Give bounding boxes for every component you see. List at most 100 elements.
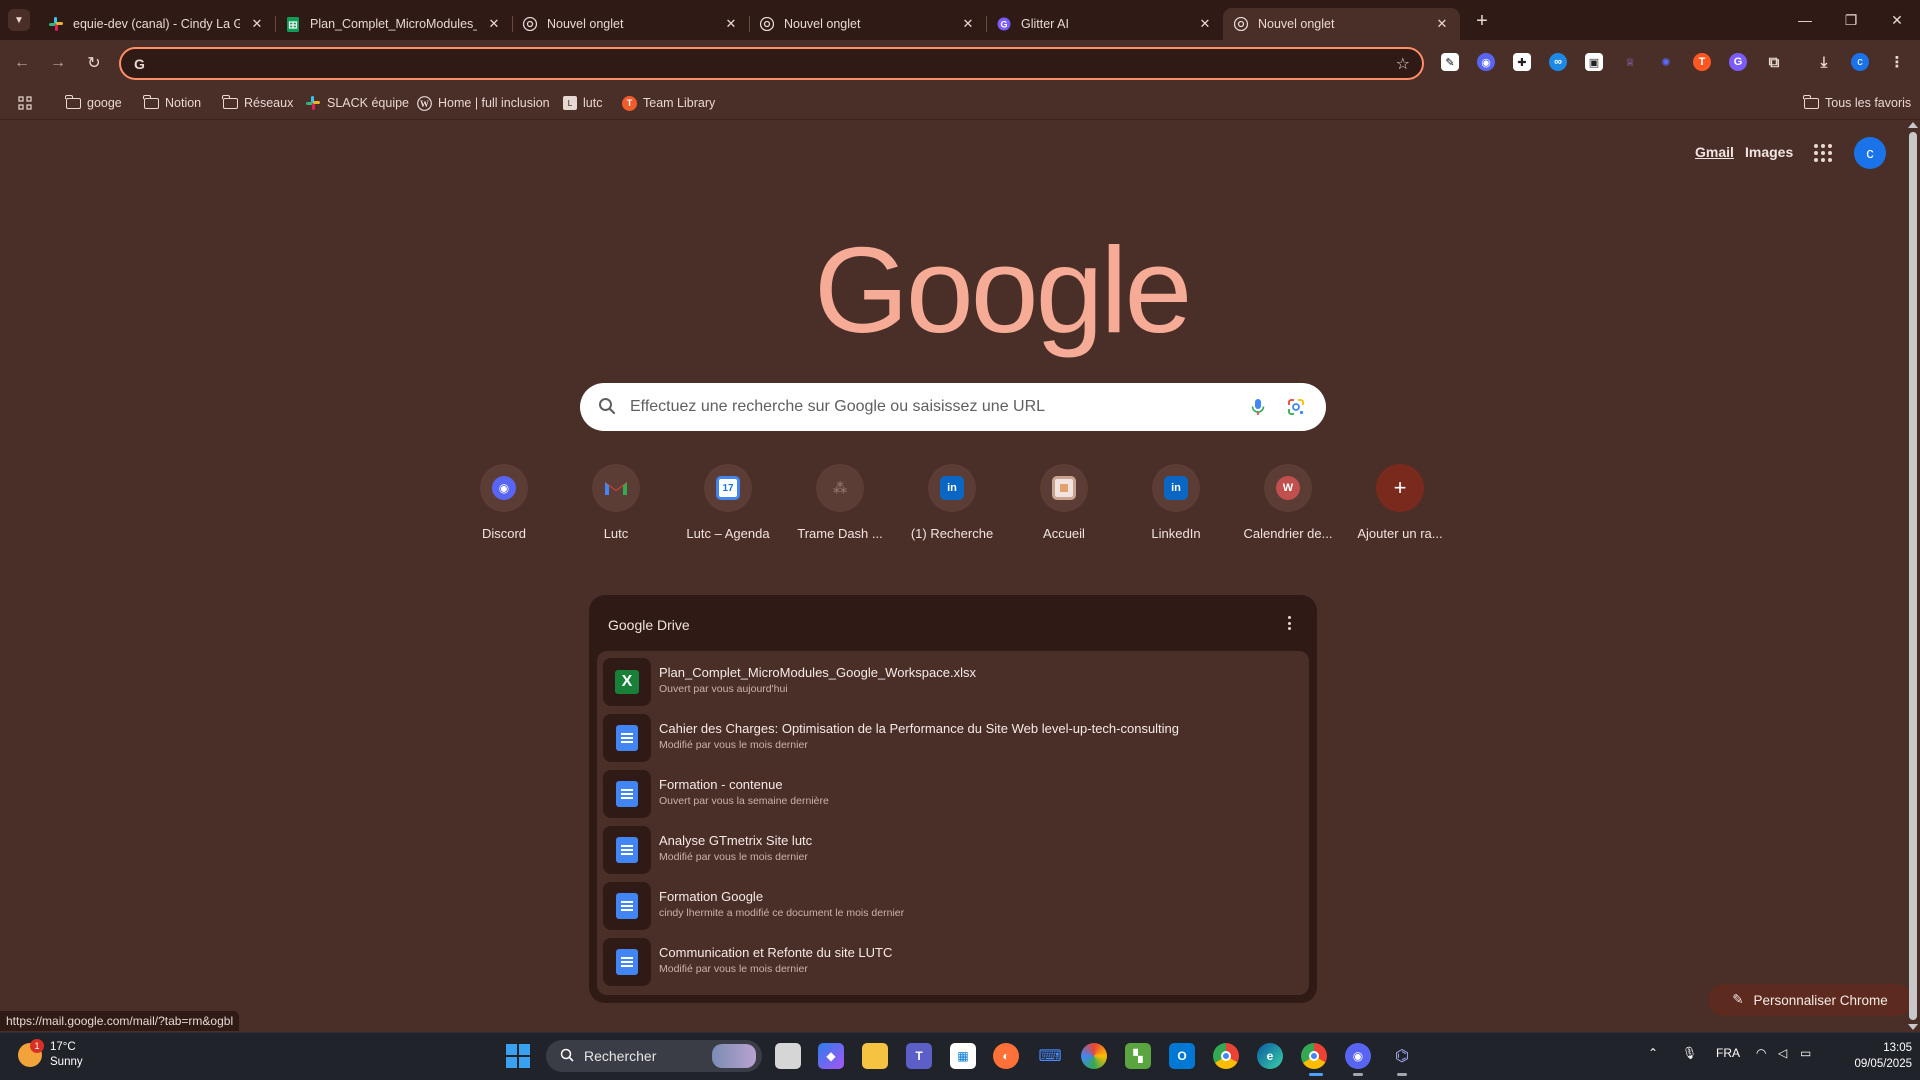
- drive-file-item[interactable]: Formation Google cindy lhermite a modifi…: [597, 877, 1309, 933]
- tab-new-active[interactable]: Nouvel onglet ✕: [1223, 8, 1460, 40]
- close-icon[interactable]: ✕: [960, 16, 976, 32]
- account-avatar[interactable]: c: [1854, 137, 1886, 169]
- menu-icon[interactable]: ⋮: [1888, 53, 1906, 71]
- gmail-link[interactable]: Gmail: [1695, 144, 1734, 160]
- close-icon[interactable]: ✕: [723, 16, 739, 32]
- drive-file-item[interactable]: Formation - contenue Ouvert par vous la …: [597, 765, 1309, 821]
- shortcut-discord[interactable]: ◉ Discord: [448, 464, 560, 556]
- bookmark-lutc[interactable]: L lutc: [563, 92, 602, 114]
- battery-icon[interactable]: ▭: [1800, 1046, 1811, 1060]
- images-link[interactable]: Images: [1745, 144, 1793, 160]
- language-indicator[interactable]: FRA: [1716, 1046, 1740, 1060]
- google-lens-icon[interactable]: [1286, 397, 1306, 417]
- file-explorer-icon[interactable]: [862, 1043, 888, 1069]
- chrome-icon[interactable]: [1213, 1043, 1239, 1069]
- more-vert-icon[interactable]: [1287, 613, 1291, 633]
- page-scrollbar[interactable]: [1906, 120, 1920, 1032]
- shortcut-recherche[interactable]: in (1) Recherche: [896, 464, 1008, 556]
- task-view-icon[interactable]: [775, 1043, 801, 1069]
- customize-chrome-button[interactable]: ✎ Personnaliser Chrome: [1708, 984, 1912, 1016]
- keyboard-icon[interactable]: ⌨: [1037, 1043, 1063, 1069]
- shortcut-label: Discord: [481, 526, 527, 541]
- drive-file-item[interactable]: Analyse GTmetrix Site lutc Modifié par v…: [597, 821, 1309, 877]
- drive-file-item[interactable]: Communication et Refonte du site LUTC Mo…: [597, 933, 1309, 989]
- bookmark-googe[interactable]: googe: [65, 92, 122, 114]
- extension-puzzle-icon[interactable]: ✚: [1513, 53, 1531, 71]
- all-bookmarks-button[interactable]: Tous les favoris: [1803, 92, 1911, 114]
- tab-search-button[interactable]: ▼: [8, 9, 30, 31]
- copilot-icon[interactable]: ◆: [818, 1043, 844, 1069]
- omnibox[interactable]: G ☆: [119, 47, 1424, 80]
- extension-glitter-icon[interactable]: G: [1729, 53, 1747, 71]
- extensions-icon[interactable]: ⧉: [1765, 53, 1783, 71]
- tab-new-2[interactable]: Nouvel onglet ✕: [749, 8, 986, 40]
- scrollbar-thumb[interactable]: [1909, 132, 1917, 1020]
- chevron-up-icon[interactable]: ⌃: [1648, 1046, 1658, 1060]
- back-button[interactable]: ←: [11, 52, 33, 74]
- discord-icon[interactable]: ◉: [1345, 1043, 1371, 1069]
- tab-sheets[interactable]: Plan_Complet_MicroModules_G ✕: [275, 8, 512, 40]
- extension-gear-icon[interactable]: ✺: [1657, 53, 1675, 71]
- window-close-button[interactable]: ✕: [1874, 0, 1920, 40]
- tab-glitter[interactable]: G Glitter AI ✕: [986, 8, 1223, 40]
- extension-pen-icon[interactable]: ✎: [1441, 53, 1459, 71]
- minecraft-icon[interactable]: ▚: [1125, 1043, 1151, 1069]
- volume-icon[interactable]: ◁: [1778, 1046, 1787, 1060]
- tab-new-1[interactable]: Nouvel onglet ✕: [512, 8, 749, 40]
- reload-button[interactable]: ↻: [83, 52, 105, 74]
- extension-discord-icon[interactable]: ◉: [1477, 53, 1495, 71]
- bookmark-full-inclusion[interactable]: W Home | full inclusion: [416, 92, 550, 114]
- store-icon[interactable]: ▦: [950, 1043, 976, 1069]
- star-icon[interactable]: ☆: [1396, 54, 1410, 74]
- drive-file-item[interactable]: Cahier des Charges: Optimisation de la P…: [597, 709, 1309, 765]
- shortcut-calendrier[interactable]: W Calendrier de...: [1232, 464, 1344, 556]
- minimize-button[interactable]: —: [1782, 0, 1828, 40]
- google-apps-icon[interactable]: [1812, 142, 1834, 164]
- shortcut-linkedin[interactable]: in LinkedIn: [1120, 464, 1232, 556]
- ntp-search-box[interactable]: [580, 383, 1326, 431]
- close-icon[interactable]: ✕: [1434, 16, 1450, 32]
- microphone-icon[interactable]: [1248, 397, 1268, 417]
- profile-avatar[interactable]: c: [1851, 53, 1869, 71]
- shortcut-lutc-agenda[interactable]: 17 Lutc – Agenda: [672, 464, 784, 556]
- shortcut-add[interactable]: + Ajouter un ra...: [1344, 464, 1456, 556]
- close-icon[interactable]: ✕: [486, 16, 502, 32]
- scroll-up-icon[interactable]: [1908, 122, 1918, 128]
- drive-file-item[interactable]: X Plan_Complet_MicroModules_Google_Works…: [597, 653, 1309, 709]
- bookmark-notion[interactable]: Notion: [143, 92, 201, 114]
- download-icon[interactable]: ⤓: [1815, 53, 1833, 71]
- shortcut-accueil[interactable]: Accueil: [1008, 464, 1120, 556]
- firefox-icon[interactable]: ◐: [993, 1043, 1019, 1069]
- screenshot-tool-icon[interactable]: ⌬: [1389, 1043, 1415, 1069]
- extension-crown-icon[interactable]: ♕: [1621, 53, 1639, 71]
- tab-slack[interactable]: equie-dev (canal) - Cindy La Ge ✕: [38, 8, 275, 40]
- forward-button[interactable]: →: [47, 52, 69, 74]
- microphone-icon[interactable]: 🎙: [1682, 1046, 1697, 1060]
- windows-start-icon[interactable]: [506, 1044, 530, 1068]
- system-clock[interactable]: 13:05 09/05/2025: [1838, 1040, 1912, 1072]
- apps-bookmark[interactable]: [17, 92, 33, 114]
- scroll-down-icon[interactable]: [1908, 1024, 1918, 1030]
- chrome-profile-icon[interactable]: [1301, 1043, 1327, 1069]
- taskbar-search[interactable]: Rechercher: [546, 1040, 762, 1072]
- extension-orange-icon[interactable]: T: [1693, 53, 1711, 71]
- weather-widget[interactable]: 1 17°C Sunny: [18, 1039, 83, 1070]
- new-tab-button[interactable]: +: [1470, 9, 1494, 33]
- bookmark-team-library[interactable]: T Team Library: [622, 92, 715, 114]
- outlook-icon[interactable]: O: [1169, 1043, 1195, 1069]
- restore-button[interactable]: ❐: [1828, 0, 1874, 40]
- extension-box-icon[interactable]: ▣: [1585, 53, 1603, 71]
- bookmark-reseaux[interactable]: Réseaux: [222, 92, 293, 114]
- teams-icon[interactable]: T: [906, 1043, 932, 1069]
- close-icon[interactable]: ✕: [1197, 16, 1213, 32]
- omnibox-input[interactable]: [157, 53, 1357, 75]
- bookmark-slack[interactable]: SLACK équipe: [305, 92, 409, 114]
- close-icon[interactable]: ✕: [249, 16, 265, 32]
- shortcut-trame-dash[interactable]: ⁂ Trame Dash ...: [784, 464, 896, 556]
- ntp-search-input[interactable]: [630, 395, 1230, 419]
- edge-icon[interactable]: e: [1257, 1043, 1283, 1069]
- extension-blue-icon[interactable]: ∞: [1549, 53, 1567, 71]
- colorful-app-icon[interactable]: [1081, 1043, 1107, 1069]
- shortcut-lutc[interactable]: Lutc: [560, 464, 672, 556]
- wifi-icon[interactable]: ◠: [1756, 1046, 1766, 1060]
